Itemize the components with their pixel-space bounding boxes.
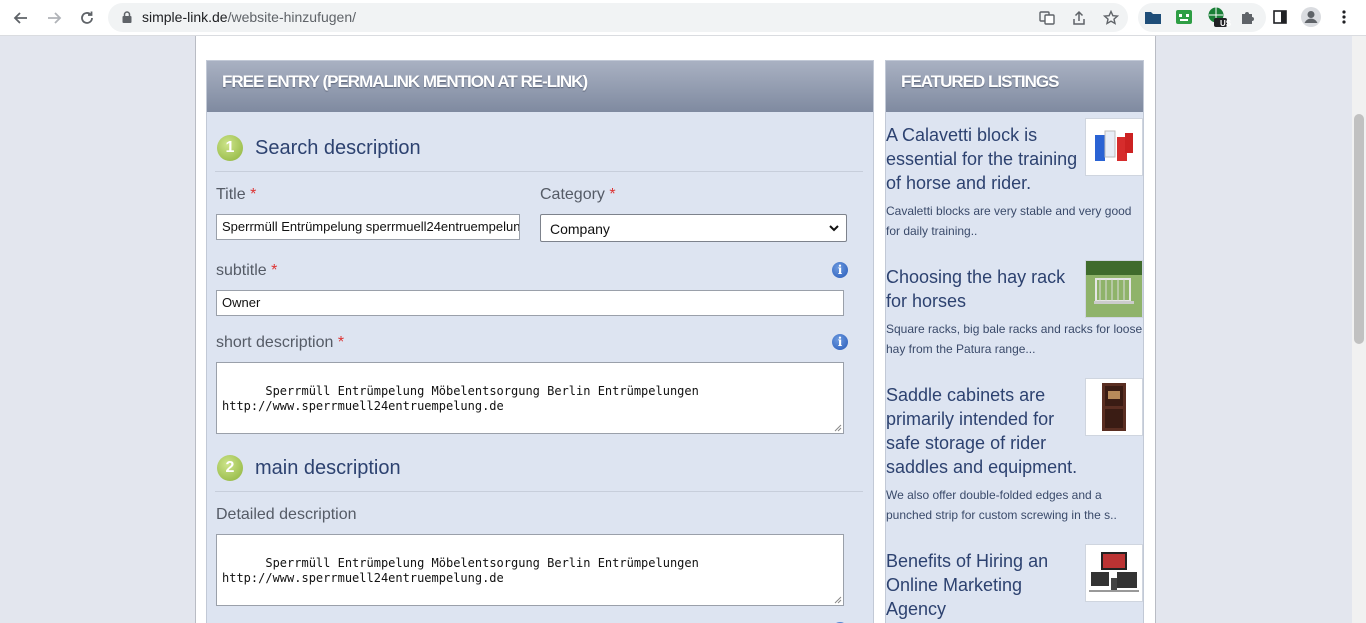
forward-button[interactable] [40,4,68,32]
short-description-label-text: short description [216,334,334,351]
required-mark: * [250,186,257,203]
profile-avatar-icon[interactable] [1300,6,1322,28]
listing-thumbnail[interactable] [1085,118,1143,176]
listing-thumbnail[interactable] [1085,378,1143,436]
resize-handle-icon[interactable] [833,595,842,604]
detailed-description-value: Sperrmüll Entrümpelung Möbelentsorgung B… [222,556,699,585]
form-panel-header: FREE ENTRY (PERMALINK MENTION AT RE-LINK… [207,61,873,112]
hay-rack-image [1086,261,1142,317]
marketing-devices-image [1089,552,1139,592]
url-text: simple-link.de/website-hinzufugen/ [142,9,356,25]
saddle-cabinet-image [1102,383,1126,431]
side-panel-icon[interactable] [1269,6,1291,28]
listing-description: Square racks, big bale racks and racks f… [886,322,1143,356]
listing-title-link[interactable]: A Calavetti block is essential for the t… [886,123,1082,195]
short-description-label: short description * [216,334,344,352]
resize-handle-icon[interactable] [833,423,842,432]
section-search-description: 1 Search description [217,135,421,161]
listing-thumbnail[interactable] [1085,544,1143,602]
listing-thumbnail[interactable] [1085,260,1143,318]
step-1-badge: 1 [217,135,243,161]
listing-title-link[interactable]: Benefits of Hiring an Online Marketing A… [886,549,1082,621]
section-title: Search description [255,136,421,159]
page-viewport: FREE ENTRY (PERMALINK MENTION AT RE-LINK… [0,36,1366,623]
url-path: /website-hinzufugen/ [227,9,357,25]
bookmark-star-icon[interactable] [1102,9,1120,27]
listing-description: We also offer double-folded edges and a … [886,488,1117,522]
required-mark: * [337,334,345,351]
lock-icon [122,11,132,23]
page-scrollbar[interactable] [1352,36,1366,623]
short-description-textarea[interactable]: Sperrmüll Entrümpelung Möbelentsorgung B… [216,362,844,434]
forward-arrow-icon [48,12,62,24]
section-main-description: 2 main description [217,455,401,481]
reload-button[interactable] [73,4,101,32]
category-selected-value: Company [550,221,610,237]
title-label: Title * [216,186,256,204]
featured-listings-panel: FEATURED LISTINGS A Calavetti block is e… [885,60,1144,623]
divider [215,491,863,492]
title-label-text: Title [216,186,246,203]
listing-description: Cavaletti blocks are very stable and ver… [886,204,1132,238]
share-icon[interactable] [1070,9,1088,27]
category-label-text: Category [540,186,605,203]
scrollbar-thumb[interactable] [1354,114,1364,344]
browser-toolbar: simple-link.de/website-hinzufugen/ US [0,0,1366,36]
back-arrow-icon [13,12,27,24]
subtitle-input[interactable]: Owner [216,290,844,316]
subtitle-label: subtitle * [216,262,277,280]
address-bar[interactable]: simple-link.de/website-hinzufugen/ [108,3,1128,32]
short-description-info-icon[interactable]: i [832,334,848,350]
vpn-region-badge: US [1220,19,1232,28]
section-title: main description [255,456,401,479]
chevron-down-icon [829,225,839,232]
step-2-badge: 2 [217,455,243,481]
listing-title-link[interactable]: Choosing the hay rack for horses [886,265,1082,313]
robot-extension-icon[interactable] [1173,6,1195,28]
cavaletti-blocks-image [1095,130,1133,161]
translate-icon[interactable] [1038,9,1056,27]
browser-menu-icon[interactable] [1333,6,1355,28]
vpn-globe-extension-icon[interactable]: US [1206,6,1232,28]
detailed-description-label: Detailed description [216,506,357,523]
puzzle-extensions-icon[interactable] [1237,6,1259,28]
back-button[interactable] [7,4,35,32]
reload-icon [81,11,93,24]
subtitle-info-icon[interactable]: i [832,262,848,278]
required-mark: * [271,262,278,279]
short-description-value: Sperrmüll Entrümpelung Möbelentsorgung B… [222,384,699,413]
detailed-description-textarea[interactable]: Sperrmüll Entrümpelung Möbelentsorgung B… [216,534,844,606]
required-mark: * [609,186,616,203]
divider [215,171,863,172]
category-label: Category * [540,186,616,204]
subtitle-label-text: subtitle [216,262,267,279]
featured-listings-header: FEATURED LISTINGS [886,61,1143,112]
listing-title-link[interactable]: Saddle cabinets are primarily intended f… [886,383,1082,479]
category-select[interactable]: Company [540,214,847,242]
folder-extension-icon[interactable] [1142,6,1164,28]
entry-form-panel: FREE ENTRY (PERMALINK MENTION AT RE-LINK… [206,60,874,623]
url-domain: simple-link.de [142,9,228,25]
title-input[interactable]: Sperrmüll Entrümpelung sperrmuell24entru… [216,214,520,240]
